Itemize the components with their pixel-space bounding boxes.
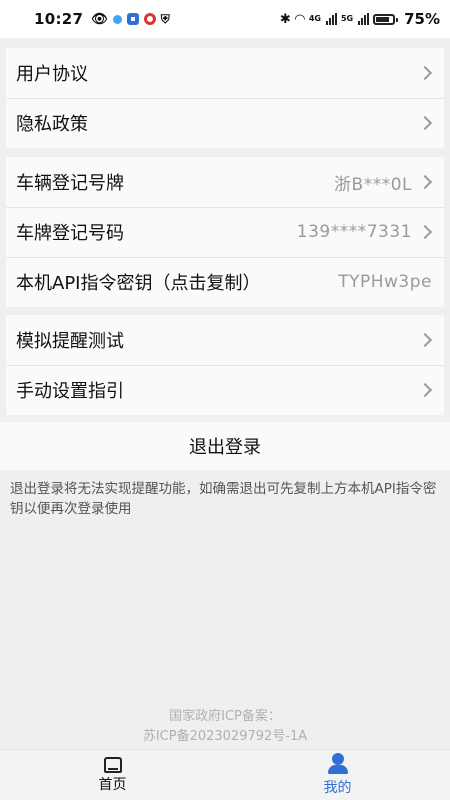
user-agreement-label: 用户协议 xyxy=(16,64,88,85)
chevron-right-icon xyxy=(417,65,433,81)
vehicle-plate-label: 车辆登记号牌 xyxy=(16,173,124,194)
signal-icon-2 xyxy=(358,13,370,25)
privacy-policy-row[interactable]: 隐私政策 xyxy=(6,98,444,148)
manual-setup-label: 手动设置指引 xyxy=(16,381,124,402)
status-system-icons: ✱ ◠ 4G 5G 75% xyxy=(280,10,440,28)
plate-phone-label: 车牌登记号码 xyxy=(16,223,124,244)
settings-group-vehicle: 车辆登记号牌 浙B***0L 车牌登记号码 139****7331 本机API指… xyxy=(6,157,444,307)
logout-button[interactable]: 退出登录 xyxy=(0,422,450,470)
chevron-right-icon xyxy=(417,382,433,398)
cloud-app-icon xyxy=(112,14,122,24)
eye-icon: 👁 xyxy=(91,11,108,27)
icp-footer: 国家政府ICP备案： 苏ICP备2023029792号-1A xyxy=(0,707,450,747)
metro-app-icon xyxy=(143,13,156,25)
tab-home-label: 首页 xyxy=(98,777,127,793)
api-key-row[interactable]: 本机API指令密钥（点击复制） TYPHw3pe xyxy=(6,257,444,307)
simulate-reminder-row[interactable]: 模拟提醒测试 xyxy=(6,315,444,365)
logout-note: 退出登录将无法实现提醒功能，如确需退出可先复制上方本机API指令密钥以便再次登录… xyxy=(10,481,437,517)
status-notification-icons: 👁 ⛨ xyxy=(91,12,170,27)
app-square-icon xyxy=(126,13,139,25)
network-type-2: 5G xyxy=(340,14,354,23)
tab-home[interactable]: 首页 xyxy=(0,750,225,800)
tab-mine[interactable]: 我的 xyxy=(225,750,450,800)
chevron-right-icon xyxy=(417,332,433,348)
tab-mine-label: 我的 xyxy=(323,780,352,796)
network-type: 4G xyxy=(308,14,321,23)
bluetooth-icon: ✱ xyxy=(279,11,291,27)
chevron-right-icon xyxy=(417,115,433,131)
simulate-reminder-label: 模拟提醒测试 xyxy=(16,331,124,352)
logout-label: 退出登录 xyxy=(189,437,261,458)
shield-app-icon: ⛨ xyxy=(160,11,170,26)
plate-phone-value: 139****7331 xyxy=(296,222,412,242)
user-icon xyxy=(327,753,349,775)
plate-phone-row[interactable]: 车牌登记号码 139****7331 xyxy=(6,207,444,257)
wifi-icon: ◠ xyxy=(294,11,305,27)
icp-title: 国家政府ICP备案： xyxy=(169,709,281,724)
settings-group-tools: 模拟提醒测试 手动设置指引 xyxy=(6,315,444,415)
vehicle-plate-value: 浙B***0L xyxy=(334,174,412,195)
privacy-policy-label: 隐私政策 xyxy=(16,114,88,135)
vehicle-plate-row[interactable]: 车辆登记号牌 浙B***0L xyxy=(6,157,444,207)
status-bar: 10:27 👁 ⛨ ✱ ◠ 4G 5G 75% xyxy=(0,0,450,38)
api-key-value: TYPHw3pe xyxy=(338,272,432,292)
manual-setup-row[interactable]: 手动设置指引 xyxy=(6,365,444,415)
bottom-tab-bar: 首页 我的 xyxy=(0,749,450,800)
battery-icon xyxy=(373,13,399,25)
user-agreement-row[interactable]: 用户协议 xyxy=(6,48,444,98)
api-key-label: 本机API指令密钥（点击复制） xyxy=(16,273,261,294)
icp-number[interactable]: 苏ICP备2023029792号-1A xyxy=(0,727,450,747)
status-time: 10:27 xyxy=(34,10,84,28)
chevron-right-icon xyxy=(417,174,433,190)
signal-icon xyxy=(325,13,337,25)
settings-group-agreements: 用户协议 隐私政策 xyxy=(6,48,444,148)
home-icon xyxy=(103,756,123,773)
battery-percent: 75% xyxy=(404,10,440,28)
chevron-right-icon xyxy=(417,224,433,240)
